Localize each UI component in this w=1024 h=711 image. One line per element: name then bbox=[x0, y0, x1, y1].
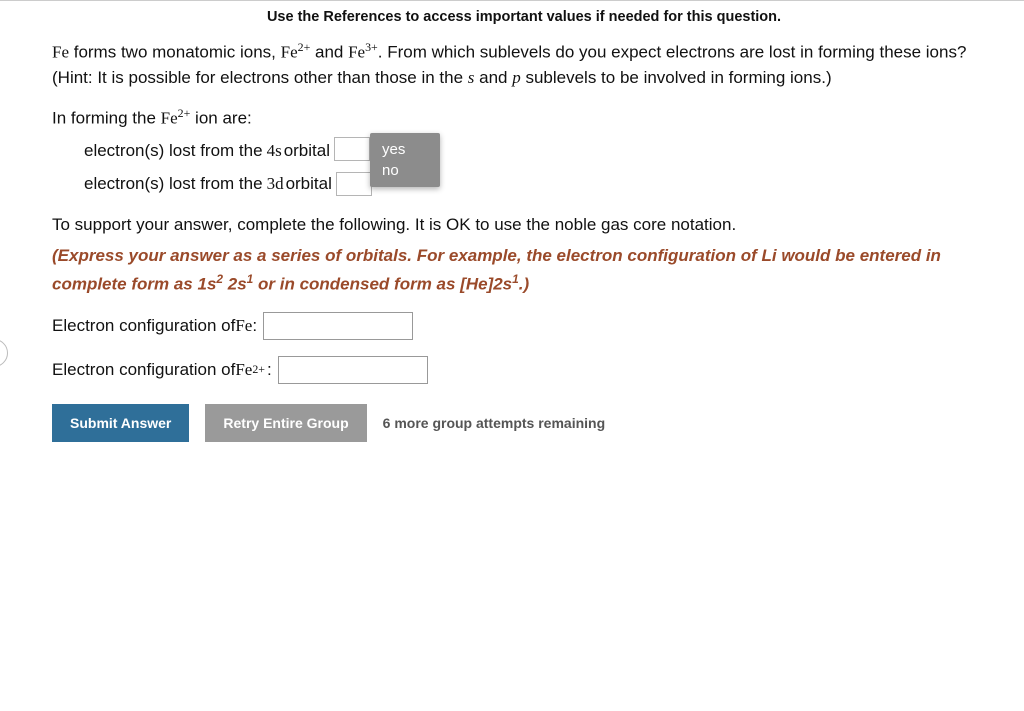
config-fe2-row: Electron configuration of Fe2+ : bbox=[52, 356, 996, 384]
orbital-3d-row: electron(s) lost from the 3d orbital bbox=[84, 172, 996, 196]
submit-button[interactable]: Submit Answer bbox=[52, 404, 189, 442]
forming-ion-line: In forming the Fe2+ ion are: bbox=[52, 105, 996, 131]
orbital-4s-dropdown[interactable] bbox=[334, 137, 370, 161]
orbital-3d-dropdown[interactable] bbox=[336, 172, 372, 196]
dropdown-menu: yes no bbox=[370, 133, 440, 187]
attempts-remaining: 6 more group attempts remaining bbox=[383, 415, 605, 431]
sidebar-notch-icon[interactable] bbox=[0, 339, 8, 367]
button-bar: Submit Answer Retry Entire Group 6 more … bbox=[52, 404, 996, 442]
config-fe-row: Electron configuration of Fe : bbox=[52, 312, 996, 340]
config-fe-input[interactable] bbox=[263, 312, 413, 340]
answer-format-hint: (Express your answer as a series of orbi… bbox=[52, 243, 996, 297]
element-symbol: Fe bbox=[52, 43, 69, 62]
question-text: Fe forms two monatomic ions, Fe2+ and Fe… bbox=[52, 39, 996, 91]
reference-instruction: Use the References to access important v… bbox=[52, 1, 996, 39]
dropdown-option-yes[interactable]: yes bbox=[370, 139, 440, 160]
retry-button[interactable]: Retry Entire Group bbox=[205, 404, 366, 442]
orbital-4s-row: electron(s) lost from the 4s orbital ✓ y… bbox=[84, 137, 996, 166]
question-panel: Use the References to access important v… bbox=[0, 0, 1024, 711]
config-fe2-input[interactable] bbox=[278, 356, 428, 384]
dropdown-option-no[interactable]: no bbox=[370, 160, 440, 181]
support-text: To support your answer, complete the fol… bbox=[52, 212, 996, 238]
